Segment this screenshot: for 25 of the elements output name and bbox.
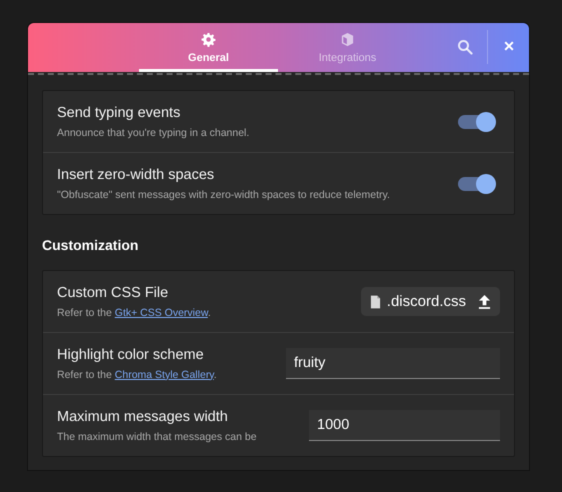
setting-description: The maximum width that messages can be — [57, 430, 257, 442]
setting-title: Maximum messages width — [57, 408, 229, 424]
setting-title: Insert zero-width spaces — [57, 166, 216, 182]
setting-description: Refer to the Chroma Style Gallery. — [57, 368, 217, 380]
tab[interactable]: General — [139, 23, 278, 72]
link[interactable]: Gtk+ CSS Overview — [114, 306, 208, 318]
file-icon — [370, 294, 381, 308]
section-title: Customization — [42, 237, 140, 253]
toggle-switch[interactable] — [458, 176, 494, 190]
setting-description: Refer to the Gtk+ CSS Overview. — [57, 306, 211, 318]
close-button[interactable]: × — [501, 23, 517, 72]
search-icon[interactable] — [457, 39, 473, 55]
setting-title: Highlight color scheme — [57, 346, 205, 362]
setting-title: Send typing events — [57, 104, 182, 120]
input-field[interactable]: fruity — [286, 348, 500, 379]
gear-icon — [201, 32, 216, 46]
input-field[interactable]: 1000 — [309, 410, 500, 441]
setting-description: Announce that you're typing in a channel. — [57, 126, 250, 138]
file-button[interactable]: .discord.css — [360, 287, 500, 316]
setting-description: "Obfuscate" sent messages with zero-width spaces to reduce telemetry. — [57, 188, 390, 200]
link[interactable]: Chroma Style Gallery — [114, 368, 214, 380]
setting-title: Custom CSS File — [57, 284, 170, 300]
cube-icon — [340, 32, 355, 46]
toggle-switch[interactable] — [458, 114, 494, 128]
upload-icon — [478, 294, 491, 309]
